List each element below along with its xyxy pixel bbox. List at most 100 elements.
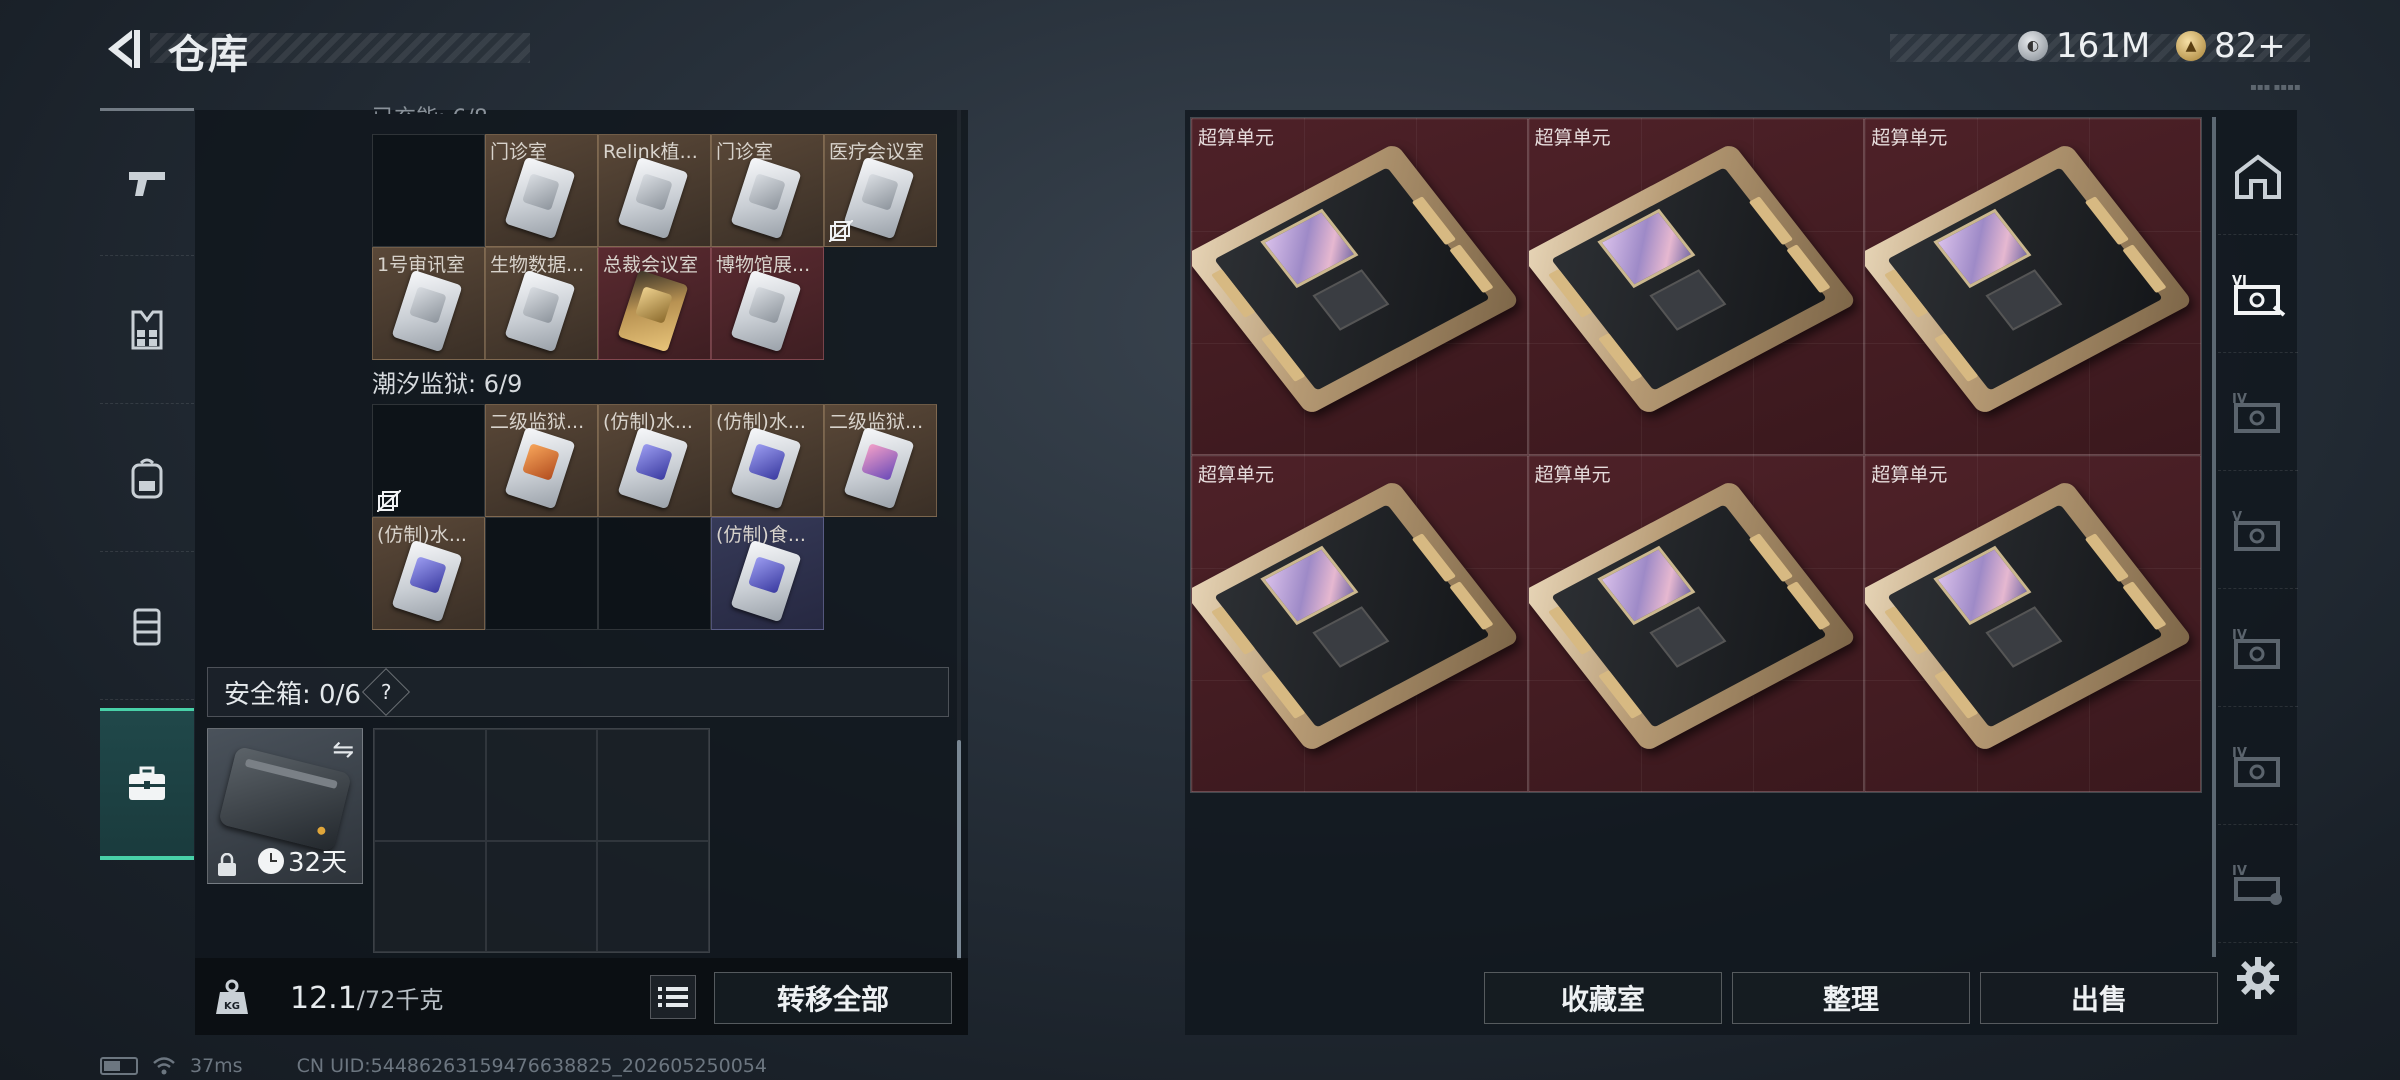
keycard-image [730, 269, 802, 353]
storage-iv-icon: IV [2232, 392, 2280, 433]
list-view-button[interactable] [650, 975, 696, 1019]
storage-iv-icon: IV [2232, 628, 2280, 669]
keycard-slot[interactable]: (仿制)食... [711, 517, 824, 630]
storage-v-icon: V [2232, 510, 2280, 551]
storage-tab-vi[interactable]: VI [2218, 235, 2298, 353]
storage-tab-iv[interactable]: IV [2218, 353, 2298, 471]
backpack-icon [131, 458, 163, 498]
keycard-image [504, 156, 576, 240]
weight-capacity: /72千克 [356, 986, 444, 1014]
inventory-scrollbar-thumb[interactable] [957, 740, 961, 960]
uid-text: CN UID:54486263159476638825_202605250054 [296, 1055, 767, 1077]
battery-icon [100, 1057, 138, 1075]
safebox-slot[interactable] [374, 729, 486, 841]
status-bar: 37ms CN UID:54486263159476638825_2026052… [100, 1054, 767, 1078]
keycard-slot-empty[interactable] [485, 517, 598, 630]
keycard-slot[interactable]: (仿制)水... [598, 404, 711, 517]
list-icon [658, 987, 688, 1007]
currency-gold[interactable]: ▲ 82+ [2176, 26, 2286, 66]
keycard-slot[interactable]: 医疗会议室 [824, 134, 937, 247]
safebox-slot[interactable] [374, 840, 486, 952]
unbound-icon [829, 220, 853, 242]
storage-tab-home[interactable] [2218, 117, 2298, 235]
safebox-case-slot[interactable]: ⇋ 32天 [207, 728, 363, 884]
storage-item[interactable]: 超算单元 [1527, 455, 1865, 792]
storage-grid: 超算单元 超算单元 超算单元 超算单元 超算单元 超算单元 [1190, 117, 2202, 793]
safebox-slot[interactable] [597, 840, 709, 952]
svg-text:IV: IV [2232, 864, 2247, 879]
item-label: 超算单元 [1871, 127, 1948, 149]
unbound-icon [377, 490, 401, 512]
case-duration: 32天 [258, 842, 347, 879]
safebox-header: 安全箱: 0/6 ? [207, 667, 949, 717]
sidebar-item-chest-rig[interactable] [100, 552, 194, 700]
keycard-image [730, 539, 802, 623]
keycard-slot[interactable]: Relink植... [598, 134, 711, 247]
keycard-slot[interactable]: 博物馆展... [711, 247, 824, 360]
keycard-slot-empty[interactable] [372, 134, 485, 247]
keycard-slot[interactable]: 门诊室 [711, 134, 824, 247]
storage-item[interactable]: 超算单元 [1864, 118, 2201, 455]
storage-tab-iv-2[interactable]: IV [2218, 589, 2298, 707]
sidebar-item-backpack[interactable] [100, 404, 194, 552]
gear-icon [2237, 957, 2279, 999]
collection-room-button[interactable]: 收藏室 [1484, 972, 1722, 1024]
page-title: 仓库 [168, 32, 248, 78]
keycard-slot[interactable]: 1号审讯室 [372, 247, 485, 360]
keycard-slot[interactable]: 总裁会议室 [598, 247, 711, 360]
storage-scrollbar[interactable] [2212, 117, 2216, 957]
keycard-image [843, 156, 915, 240]
keycard-grid-2: 二级监狱... (仿制)水... (仿制)水... 二级监狱... (仿制)水.… [372, 404, 937, 630]
safebox-slot[interactable] [485, 729, 598, 841]
settings-button[interactable] [2232, 952, 2284, 1004]
sell-button[interactable]: 出售 [1980, 972, 2218, 1024]
storage-item[interactable]: 超算单元 [1191, 118, 1528, 455]
rig-icon [133, 608, 161, 645]
storage-item[interactable]: 超算单元 [1864, 455, 2201, 792]
ping-value: 37ms [190, 1055, 243, 1077]
item-label: 超算单元 [1198, 127, 1275, 149]
supercomputer-unit-image [1528, 479, 1858, 753]
keycard-slot[interactable]: (仿制)水... [711, 404, 824, 517]
storage-item[interactable]: 超算单元 [1527, 118, 1865, 455]
keycard-image [391, 539, 463, 623]
sidebar-item-weapons[interactable] [100, 108, 194, 256]
currency-silver[interactable]: ◐ 161M [2018, 26, 2150, 66]
help-button[interactable]: ? [361, 667, 410, 717]
keycard-image [843, 426, 915, 510]
sidebar-item-safebox[interactable] [100, 708, 194, 860]
weight-icon: KG [216, 979, 248, 1014]
swap-icon[interactable]: ⇋ [332, 735, 354, 765]
storage-item[interactable]: 超算单元 [1191, 455, 1528, 792]
keycard-grid-1: 门诊室 Relink植... 门诊室 医疗会议室 1号审讯室 生物数据... 总… [372, 134, 937, 360]
keycard-image [617, 426, 689, 510]
currency-silver-value: 161M [2056, 26, 2151, 66]
supercomputer-unit-image [1528, 142, 1858, 416]
safebox-label: 安全箱: 0/6 [224, 679, 361, 710]
back-arrow-icon [108, 30, 140, 68]
keycard-slot[interactable]: 二级监狱... [824, 404, 937, 517]
keycard-slot[interactable]: 二级监狱... [485, 404, 598, 517]
help-icon: ? [380, 680, 392, 704]
keycard-slot-empty[interactable] [598, 517, 711, 630]
back-button[interactable] [96, 20, 146, 78]
keycard-group-title-clipped: 已充能: 6/8 [372, 100, 488, 114]
storage-tab-iv-locked[interactable]: IV [2218, 825, 2298, 943]
storage-tab-iv-3[interactable]: IV [2218, 707, 2298, 825]
transfer-all-button[interactable]: 转移全部 [714, 972, 952, 1024]
version-mark: ▪▪▪ ▪▪▪▪ [2250, 82, 2301, 93]
safebox-slot[interactable] [597, 729, 709, 841]
organize-button[interactable]: 整理 [1732, 972, 1970, 1024]
keycard-slot[interactable]: (仿制)水... [372, 517, 485, 630]
keycard-slot[interactable]: 生物数据... [485, 247, 598, 360]
silver-coin-icon: ◐ [2018, 31, 2048, 61]
keycard-slot[interactable]: 门诊室 [485, 134, 598, 247]
supercomputer-unit-image [1865, 479, 2194, 753]
storage-tab-v[interactable]: V [2218, 471, 2298, 589]
case-days-value: 32天 [288, 848, 348, 878]
equipment-sidebar [100, 108, 194, 860]
sidebar-item-armor[interactable] [100, 256, 194, 404]
item-label: 超算单元 [1534, 127, 1611, 149]
keycard-slot-empty[interactable] [372, 404, 485, 517]
safebox-slot[interactable] [485, 840, 598, 952]
